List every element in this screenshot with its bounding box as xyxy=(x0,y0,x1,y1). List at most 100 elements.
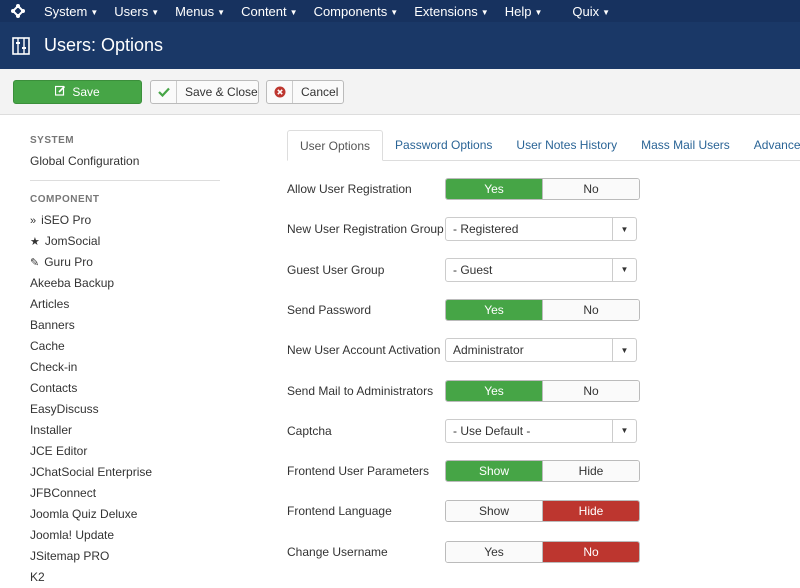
sidebar-item-akeeba-backup[interactable]: Akeeba Backup xyxy=(30,273,220,294)
new-user-account-activation-select[interactable]: Administrator ▼ xyxy=(445,338,637,363)
menu-label: Extensions xyxy=(414,3,478,19)
sidebar-item-installer[interactable]: Installer xyxy=(30,420,220,441)
field-label: Captcha xyxy=(287,423,332,438)
sidebar-item-label: Banners xyxy=(30,318,75,332)
cancel-label: Cancel xyxy=(301,85,339,99)
menu-quix[interactable]: Quix ▼ xyxy=(564,4,618,19)
save-close-button[interactable]: Save & Close xyxy=(150,80,259,104)
form-row-new-user-account-activation: New User Account Activation Administrator… xyxy=(287,338,667,363)
sidebar-item-banners[interactable]: Banners xyxy=(30,315,220,336)
edit-icon xyxy=(55,85,66,99)
field-label: Send Password xyxy=(287,302,372,317)
option-yes[interactable]: Yes xyxy=(446,299,542,320)
top-menu-bar: System ▼ Users ▼ Menus ▼ Content ▼ Components ▼ Ex… xyxy=(0,0,800,22)
menu-components[interactable]: Components ▼ xyxy=(306,4,407,19)
option-no[interactable]: No xyxy=(542,380,639,401)
caret-down-icon: ▼ xyxy=(534,7,543,17)
caret-down-icon: ▼ xyxy=(612,218,636,241)
divider xyxy=(30,180,220,181)
tab-password-options[interactable]: Password Options xyxy=(383,130,504,161)
sidebar-item-iseo-pro[interactable]: » iSEO Pro xyxy=(30,210,220,231)
option-no[interactable]: No xyxy=(542,299,639,320)
sidebar-item-jchatsocial-enterprise[interactable]: JChatSocial Enterprise xyxy=(30,462,220,483)
system-heading: SYSTEM xyxy=(30,135,75,146)
sidebar-item-articles[interactable]: Articles xyxy=(30,294,220,315)
menu-label: Menus xyxy=(175,3,215,19)
joomla-logo-icon[interactable] xyxy=(0,0,36,22)
menu-help[interactable]: Help ▼ xyxy=(497,4,551,19)
caret-down-icon: ▼ xyxy=(612,339,636,362)
pencil-icon: ✎ xyxy=(30,257,40,269)
field-label: Frontend Language xyxy=(287,504,392,519)
caret-down-icon: ▼ xyxy=(217,7,226,17)
sidebar-item-jomsocial[interactable]: ★ JomSocial xyxy=(30,231,220,252)
menu-label: Components xyxy=(313,3,388,19)
new-user-registration-group-select[interactable]: - Registered ▼ xyxy=(445,217,637,242)
sidebar-item-label: Installer xyxy=(30,423,73,437)
option-show[interactable]: Show xyxy=(446,461,542,482)
sidebar-item-check-in[interactable]: Check-in xyxy=(30,357,220,378)
send-mail-to-administrators-toggle: Yes No xyxy=(445,379,640,402)
sidebar-item-label: Articles xyxy=(30,297,70,311)
captcha-select[interactable]: - Use Default - ▼ xyxy=(445,418,637,443)
option-show[interactable]: Show xyxy=(446,501,542,522)
select-value: - Registered xyxy=(453,222,519,237)
sidebar-item-k2[interactable]: K2 xyxy=(30,567,220,588)
sidebar-item-jfbconnect[interactable]: JFBConnect xyxy=(30,483,220,504)
menu-label: System xyxy=(44,3,88,19)
page-header: Users: Options xyxy=(0,22,800,69)
sidebar-item-jce-editor[interactable]: JCE Editor xyxy=(30,441,220,462)
sidebar-item-global-configuration[interactable]: Global Configuration xyxy=(30,151,220,172)
sidebar-item-label: JSitemap PRO xyxy=(30,549,110,563)
options-tabs: User Options Password Options User Notes H… xyxy=(287,130,800,161)
option-hide[interactable]: Hide xyxy=(542,461,639,482)
sidebar-item-label: JCE Editor xyxy=(30,444,88,458)
guest-user-group-select[interactable]: - Guest ▼ xyxy=(445,257,637,282)
sidebar-item-label: JChatSocial Enterprise xyxy=(30,465,153,479)
option-no[interactable]: No xyxy=(542,541,639,562)
option-hide[interactable]: Hide xyxy=(542,501,639,522)
sidebar-item-joomla-update[interactable]: Joomla! Update xyxy=(30,525,220,546)
sidebar-item-cache[interactable]: Cache xyxy=(30,336,220,357)
sidebar-item-label: iSEO Pro xyxy=(41,213,92,227)
menu-content[interactable]: Content ▼ xyxy=(233,4,305,19)
save-close-label: Save & Close xyxy=(185,85,258,99)
tab-mass-mail-users[interactable]: Mass Mail Users xyxy=(629,130,742,161)
caret-down-icon: ▼ xyxy=(151,7,160,17)
tab-user-notes-history[interactable]: User Notes History xyxy=(504,130,629,161)
menu-extensions[interactable]: Extensions ▼ xyxy=(406,4,497,19)
checkmark-icon xyxy=(151,81,177,103)
option-yes[interactable]: Yes xyxy=(446,380,542,401)
menu-label: Quix xyxy=(572,3,600,19)
sidebar-item-easydiscuss[interactable]: EasyDiscuss xyxy=(30,399,220,420)
sidebar-item-guru-pro[interactable]: ✎ Guru Pro xyxy=(30,252,220,273)
form-row-send-mail-to-administrators: Send Mail to Administrators Yes No xyxy=(287,379,667,403)
sidebar-item-label: Joomla! Update xyxy=(30,528,115,542)
menu-system[interactable]: System ▼ xyxy=(36,4,106,19)
cancel-icon xyxy=(267,81,293,103)
sidebar-item-label: Guru Pro xyxy=(44,255,93,269)
field-label: Send Mail to Administrators xyxy=(287,383,434,398)
sidebar-item-label: Cache xyxy=(30,339,65,353)
caret-down-icon: ▼ xyxy=(480,7,489,17)
form-row-new-user-registration-group: New User Registration Group - Registered ▼ xyxy=(287,217,667,242)
field-label: New User Registration Group xyxy=(287,222,444,237)
field-label: Change Username xyxy=(287,544,388,559)
sidebar-item-jsitemap-pro[interactable]: JSitemap PRO xyxy=(30,546,220,567)
cancel-button[interactable]: Cancel xyxy=(266,80,344,104)
menu-menus[interactable]: Menus ▼ xyxy=(167,4,233,19)
option-yes[interactable]: Yes xyxy=(446,179,542,199)
option-yes[interactable]: Yes xyxy=(446,541,542,562)
tab-advanced[interactable]: Advanced xyxy=(742,130,800,161)
menu-users[interactable]: Users ▼ xyxy=(106,4,167,19)
sidebar-item-contacts[interactable]: Contacts xyxy=(30,378,220,399)
caret-down-icon: ▼ xyxy=(612,258,636,281)
tab-user-options[interactable]: User Options xyxy=(287,130,384,161)
field-label: Frontend User Parameters xyxy=(287,464,430,479)
menu-label: Help xyxy=(504,3,532,19)
option-no[interactable]: No xyxy=(542,179,639,199)
form-row-allow-user-registration: Allow User Registration Yes No xyxy=(287,177,667,201)
save-button[interactable]: Save xyxy=(13,80,142,104)
sidebar-item-joomla-quiz-deluxe[interactable]: Joomla Quiz Deluxe xyxy=(30,504,220,525)
select-value: - Guest xyxy=(453,262,493,277)
